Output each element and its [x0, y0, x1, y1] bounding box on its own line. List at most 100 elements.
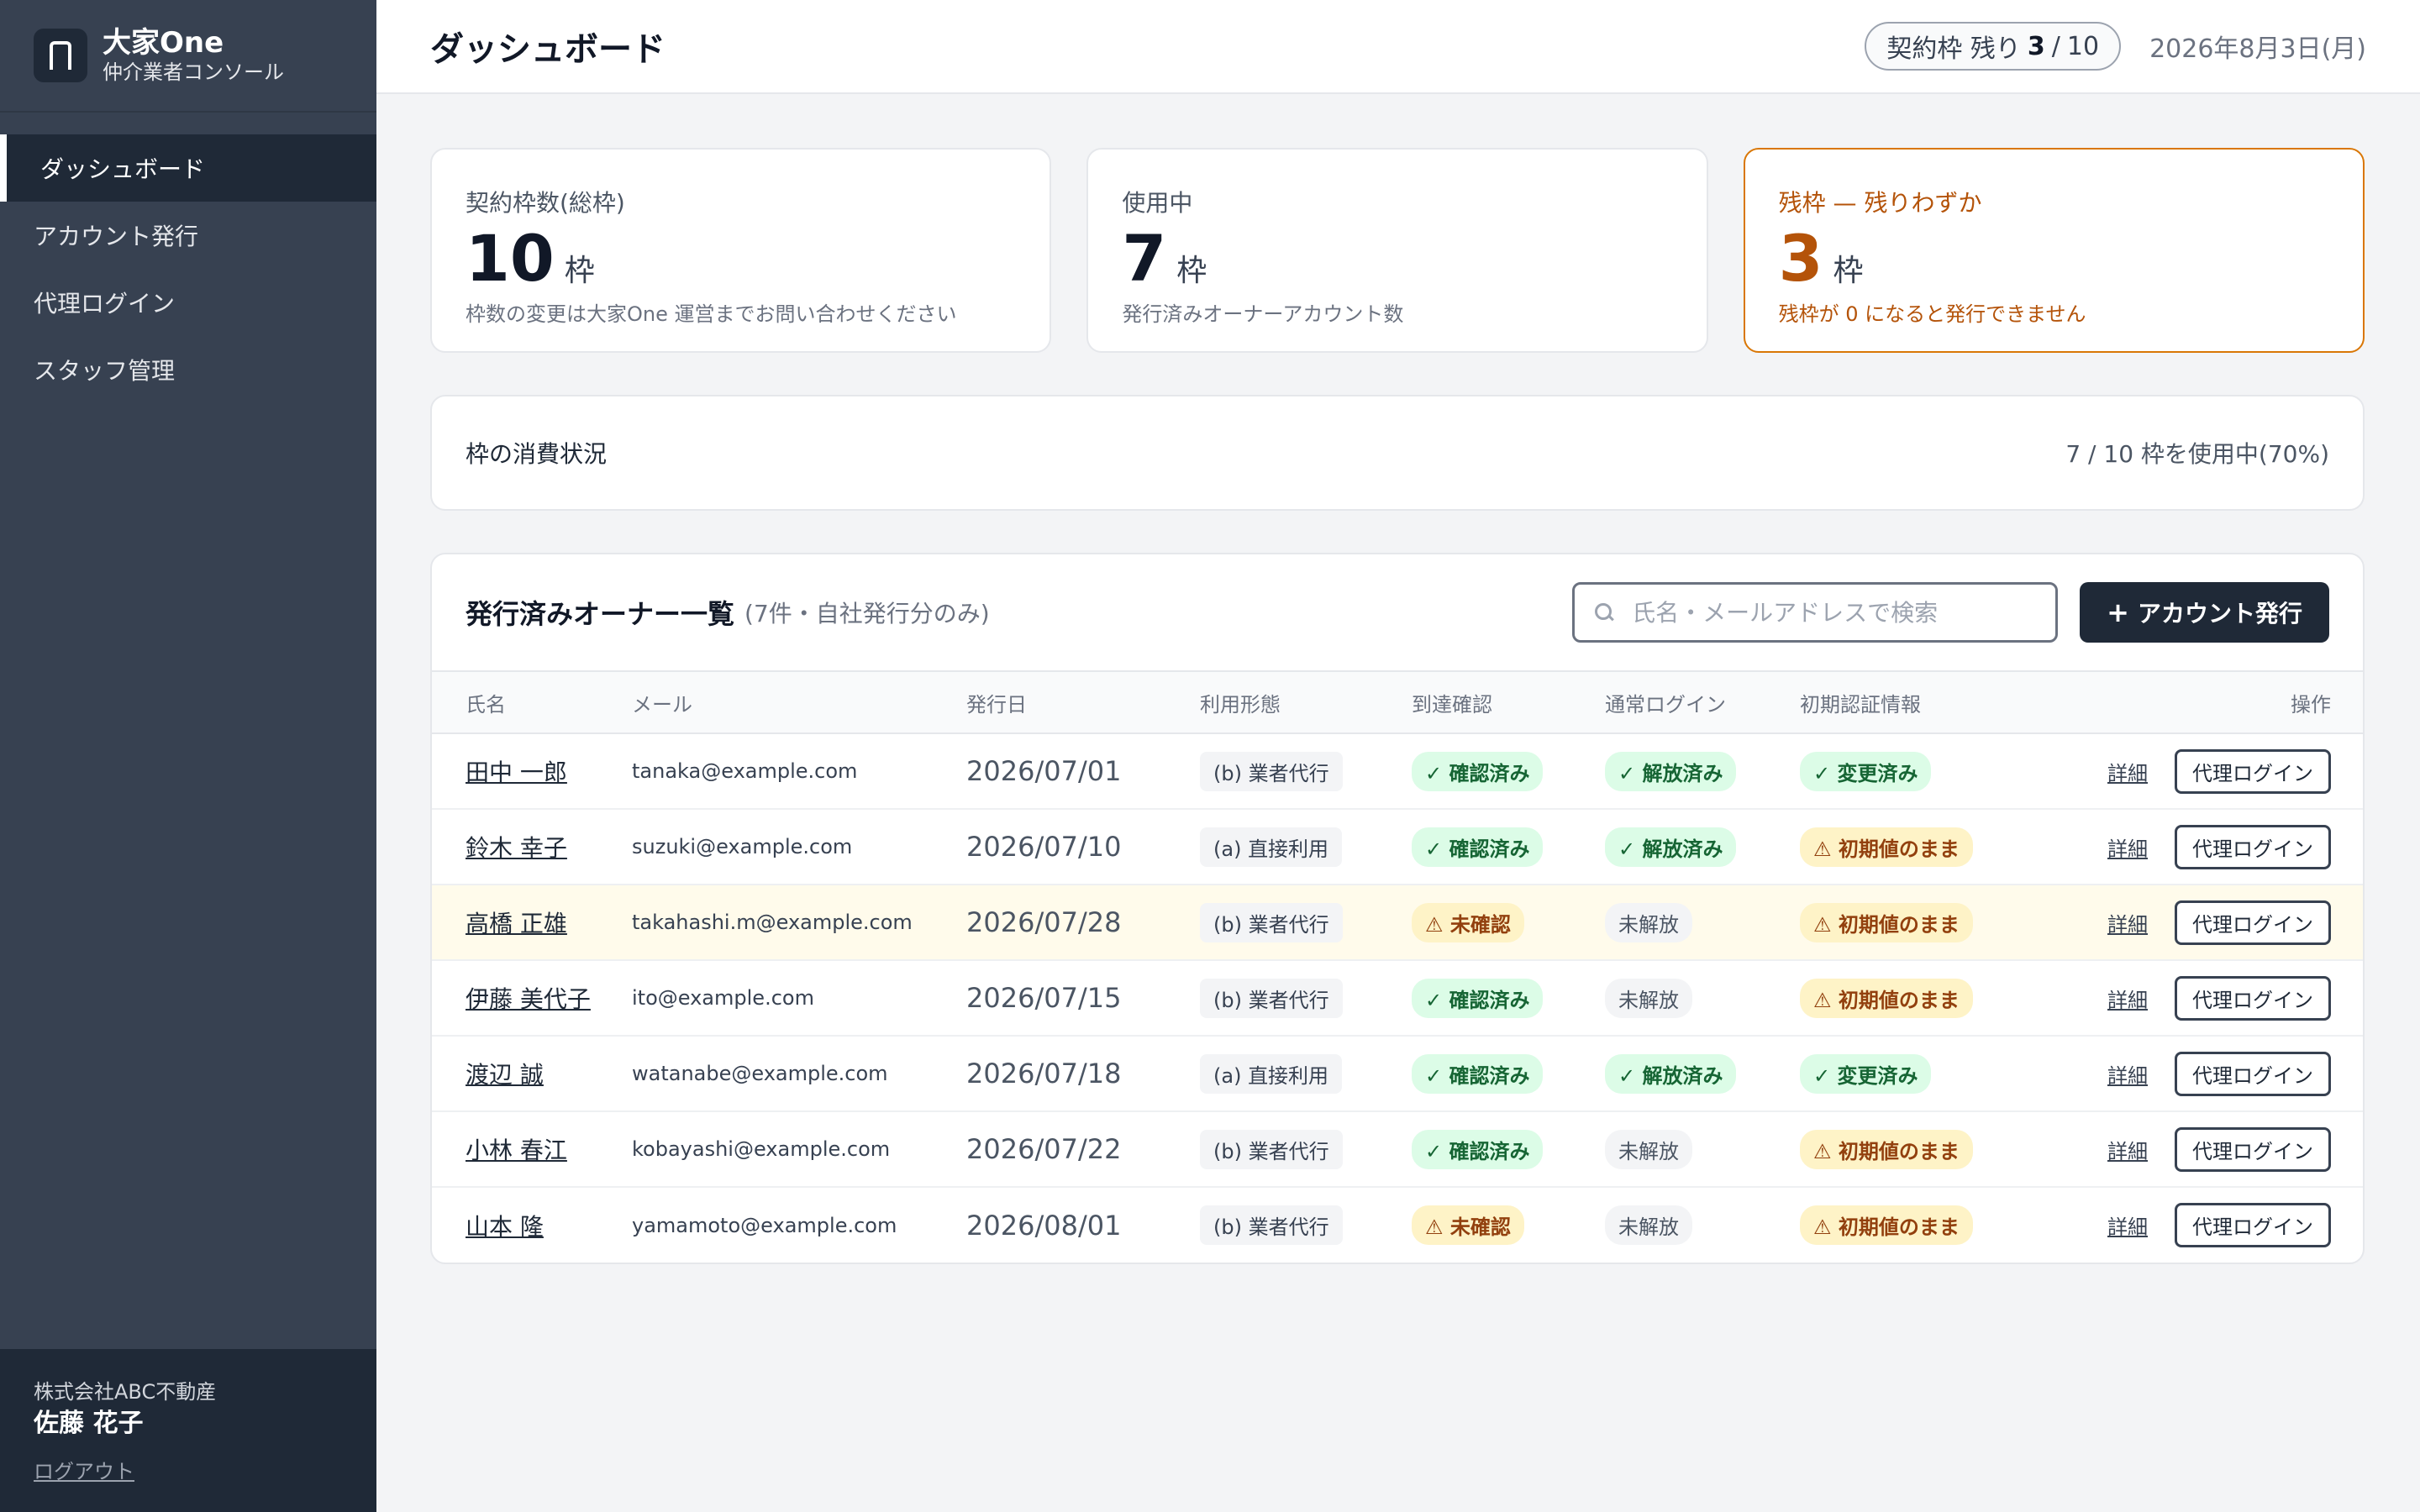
detail-link[interactable]: 詳細: [2107, 837, 2148, 861]
card-total-quota: 契約枠数(総枠) 10 枠 枠数の変更は大家One 運営までお問い合わせください: [430, 148, 1052, 353]
owner-email: suzuki@example.com: [632, 835, 853, 858]
column-header[interactable]: 氏名: [432, 671, 632, 733]
sidebar: 大家One 仲介業者コンソール ダッシュボード アカウント発行 代理ログイン ス…: [0, 0, 376, 1512]
login-status-badge: 未解放: [1605, 902, 1692, 942]
quota-label: 契約枠 残り: [1886, 34, 2021, 64]
sidebar-item-staff[interactable]: スタッフ管理: [0, 336, 376, 403]
table-row: 田中 一郎 tanaka@example.com 2026/07/01 (b) …: [432, 733, 2363, 809]
issue-date: 2026/07/18: [966, 1058, 1122, 1089]
plus-icon: +: [2107, 596, 2129, 628]
search-icon: [1595, 603, 1613, 622]
credential-status-badge: ⚠ 初期値のまま: [1800, 978, 1973, 1018]
top-header: ダッシュボード 契約枠 残り 3 / 10 2026年8月3日(月): [376, 0, 2420, 94]
delivery-status-badge: ✓ 確認済み: [1412, 827, 1544, 867]
owner-name-link[interactable]: 田中 一郎: [432, 733, 632, 809]
card-label: 残枠 — 残りわずか: [1778, 189, 1982, 217]
credential-status-badge: ✓ 変更済み: [1800, 1053, 1932, 1094]
delivery-status-badge: ✓ 確認済み: [1412, 1129, 1544, 1169]
proxy-login-button[interactable]: 代理ログイン: [2175, 1126, 2331, 1172]
sidebar-item-proxy-login[interactable]: 代理ログイン: [0, 269, 376, 336]
detail-link[interactable]: 詳細: [2107, 762, 2148, 785]
owner-name-link[interactable]: 伊藤 美代子: [432, 960, 632, 1036]
quota-badge: 契約枠 残り 3 / 10: [1865, 22, 2122, 71]
login-status-badge: 未解放: [1605, 978, 1692, 1018]
column-header[interactable]: 通常ログイン: [1605, 671, 1800, 733]
card-in-use: 使用中 7 枠 発行済みオーナーアカウント数: [1086, 148, 1708, 353]
sidebar-item-account-issue[interactable]: アカウント発行: [0, 202, 376, 269]
proxy-login-button[interactable]: 代理ログイン: [2175, 1203, 2331, 1247]
usage-type-chip: (a) 直接利用: [1200, 1053, 1343, 1094]
owner-list-header: 発行済みオーナー一覧 (7件・自社発行分のみ) + アカウント発行: [432, 554, 2363, 670]
proxy-login-button[interactable]: 代理ログイン: [2175, 1051, 2331, 1096]
column-header[interactable]: 到達確認: [1412, 671, 1605, 733]
quota-total: 10: [2066, 31, 2100, 61]
quota-separator: /: [2051, 31, 2060, 61]
delivery-status-badge: ✓ 確認済み: [1412, 751, 1544, 791]
delivery-status-badge: ⚠ 未確認: [1412, 1205, 1524, 1245]
owner-table: 氏名 メール 発行日 利用形態 到達確認 通常ログイン 初期認証情報 操作 田中…: [432, 670, 2363, 1263]
table-row: 伊藤 美代子 ito@example.com 2026/07/15 (b) 業者…: [432, 960, 2363, 1036]
sidebar-item-dashboard[interactable]: ダッシュボード: [0, 134, 376, 202]
brand: 大家One 仲介業者コンソール: [0, 0, 376, 113]
brand-subtitle: 仲介業者コンソール: [103, 60, 284, 84]
table-row: 高橋 正雄 takahashi.m@example.com 2026/07/28…: [432, 885, 2363, 960]
owner-email: yamamoto@example.com: [632, 1213, 897, 1237]
detail-link[interactable]: 詳細: [2107, 913, 2148, 937]
owner-name-link[interactable]: 鈴木 幸子: [432, 809, 632, 885]
delivery-status-badge: ⚠ 未確認: [1412, 902, 1524, 942]
logo-icon: [34, 29, 87, 82]
issue-date: 2026/07/22: [966, 1133, 1122, 1165]
card-note: 残枠が 0 になると発行できません: [1778, 302, 2086, 326]
owner-name-link[interactable]: 渡辺 誠: [432, 1036, 632, 1111]
credential-status-badge: ⚠ 初期値のまま: [1800, 1129, 1973, 1169]
usage-title: 枠の消費状況: [466, 440, 608, 468]
owner-email: kobayashi@example.com: [632, 1137, 891, 1161]
table-row: 鈴木 幸子 suzuki@example.com 2026/07/10 (a) …: [432, 809, 2363, 885]
credential-status-badge: ⚠ 初期値のまま: [1800, 827, 1973, 867]
card-unit: 枠: [564, 254, 595, 288]
proxy-login-button[interactable]: 代理ログイン: [2175, 975, 2331, 1021]
quota-remaining: 3: [2027, 31, 2045, 61]
owner-list-title: 発行済みオーナー一覧: [466, 598, 735, 630]
owner-name-link[interactable]: 小林 春江: [432, 1111, 632, 1187]
issue-account-button[interactable]: + アカウント発行: [2080, 582, 2329, 643]
detail-link[interactable]: 詳細: [2107, 1064, 2148, 1088]
proxy-login-button[interactable]: 代理ログイン: [2175, 748, 2331, 794]
search-box[interactable]: [1572, 582, 2059, 643]
table-row: 渡辺 誠 watanabe@example.com 2026/07/18 (a)…: [432, 1036, 2363, 1111]
main-content: 契約枠数(総枠) 10 枠 枠数の変更は大家One 運営までお問い合わせください…: [430, 148, 2365, 1264]
owner-name-link[interactable]: 山本 隆: [432, 1187, 632, 1263]
usage-type-chip: (b) 業者代行: [1200, 751, 1343, 791]
detail-link[interactable]: 詳細: [2107, 989, 2148, 1012]
card-value: 7: [1122, 221, 1167, 296]
table-header-row: 氏名 メール 発行日 利用形態 到達確認 通常ログイン 初期認証情報 操作: [432, 671, 2363, 733]
sidebar-footer: 株式会社ABC不動産 佐藤 花子 ログアウト: [0, 1349, 376, 1512]
sidebar-nav: ダッシュボード アカウント発行 代理ログイン スタッフ管理: [0, 134, 376, 403]
summary-cards: 契約枠数(総枠) 10 枠 枠数の変更は大家One 運営までお問い合わせください…: [430, 148, 2365, 353]
issue-date: 2026/08/01: [966, 1209, 1122, 1242]
proxy-login-button[interactable]: 代理ログイン: [2175, 900, 2331, 945]
owner-name-link[interactable]: 高橋 正雄: [432, 885, 632, 960]
issue-date: 2026/07/10: [966, 831, 1122, 863]
credential-status-badge: ⚠ 初期値のまま: [1800, 1205, 1973, 1245]
owner-email: ito@example.com: [632, 986, 814, 1010]
proxy-login-button[interactable]: 代理ログイン: [2175, 824, 2331, 869]
logout-link[interactable]: ログアウト: [34, 1455, 134, 1484]
detail-link[interactable]: 詳細: [2107, 1140, 2148, 1163]
usage-type-chip: (b) 業者代行: [1200, 902, 1343, 942]
column-header[interactable]: 利用形態: [1200, 671, 1412, 733]
usage-type-chip: (a) 直接利用: [1200, 827, 1343, 867]
usage-summary: 7 / 10 枠を使用中(70%): [2065, 440, 2329, 468]
column-header[interactable]: 初期認証情報: [1800, 671, 2052, 733]
usage-type-chip: (b) 業者代行: [1200, 1205, 1343, 1245]
detail-link[interactable]: 詳細: [2107, 1215, 2148, 1239]
owner-email: watanabe@example.com: [632, 1062, 888, 1085]
column-header[interactable]: 発行日: [966, 671, 1200, 733]
card-remaining: 残枠 — 残りわずか 3 枠 残枠が 0 になると発行できません: [1743, 148, 2365, 353]
card-note: 発行済みオーナーアカウント数: [1122, 302, 1404, 326]
issue-account-label: アカウント発行: [2137, 600, 2302, 627]
search-input[interactable]: [1632, 598, 2028, 627]
card-unit: 枠: [1176, 254, 1207, 288]
column-header[interactable]: メール: [632, 671, 966, 733]
table-row: 小林 春江 kobayashi@example.com 2026/07/22 (…: [432, 1111, 2363, 1187]
